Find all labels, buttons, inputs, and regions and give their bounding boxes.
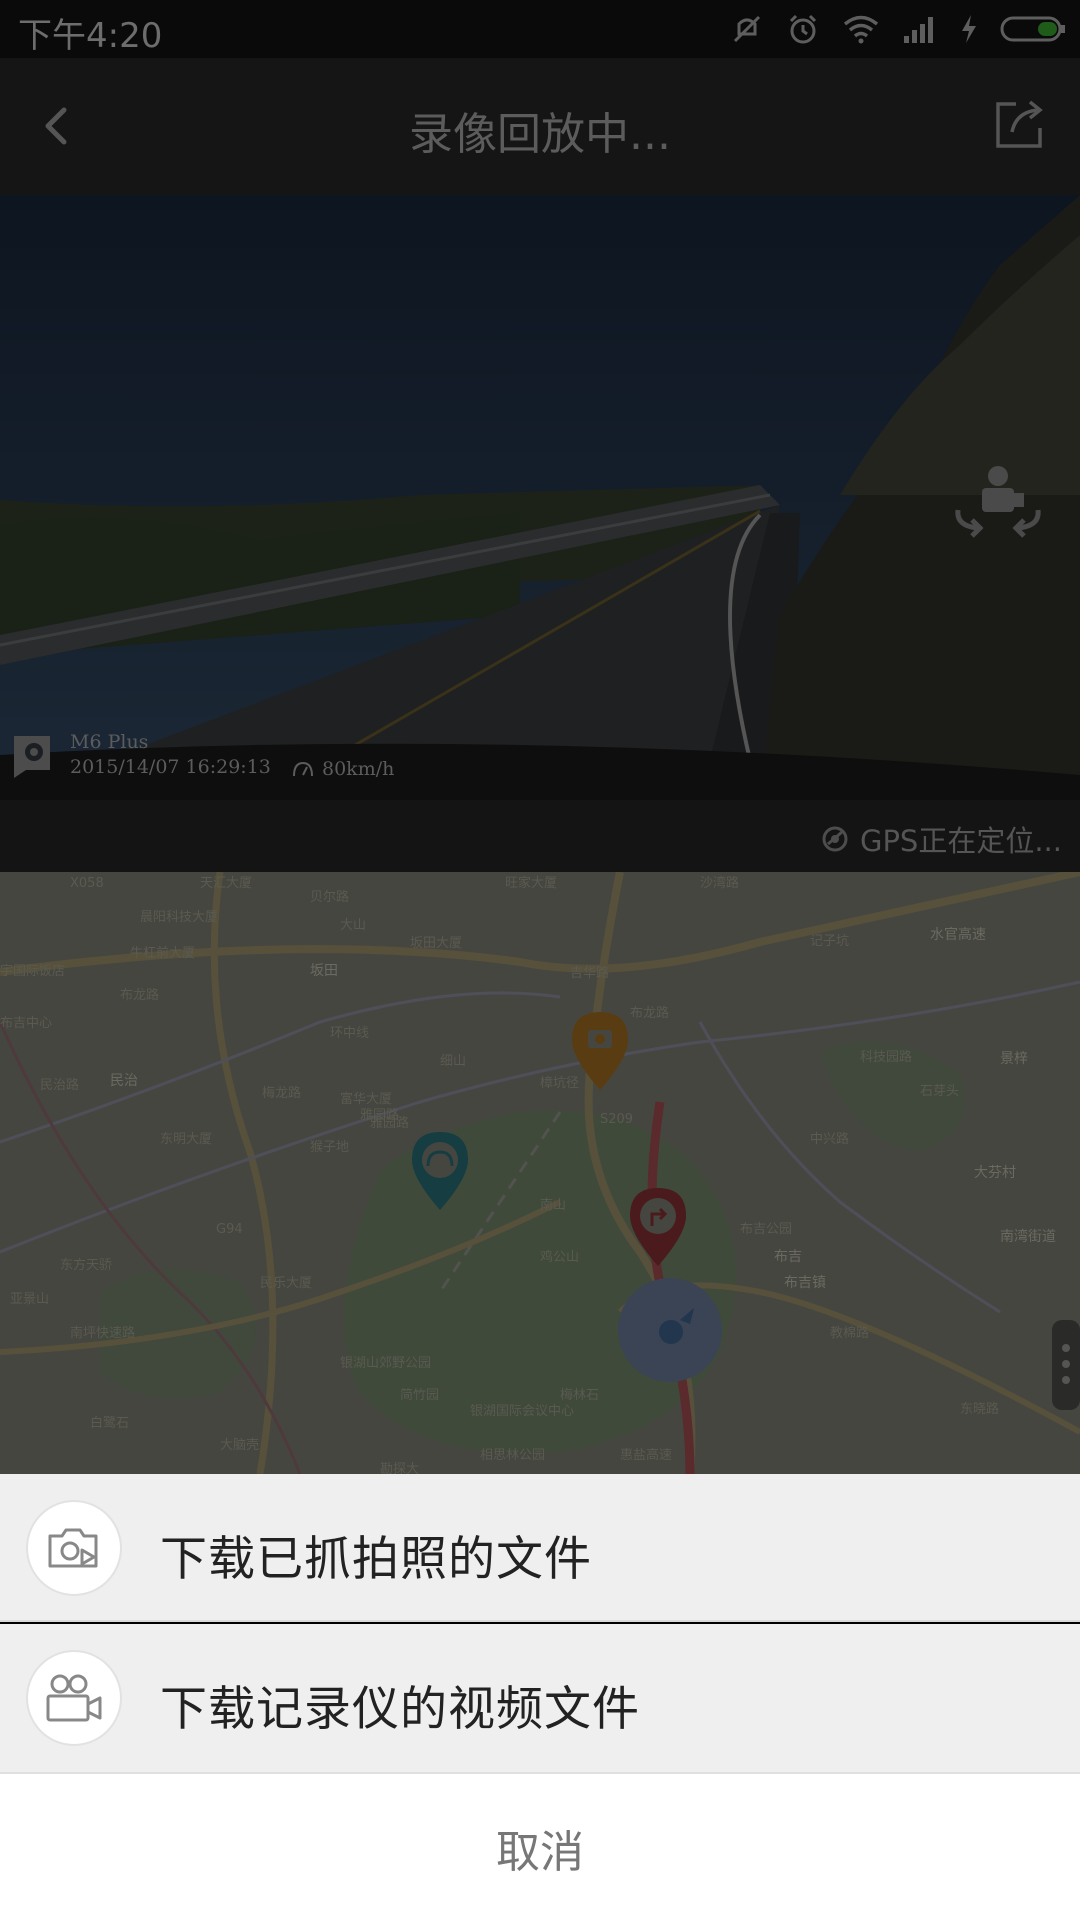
- map-label: 东明大厦: [160, 1132, 213, 1147]
- speed-readout: 80km/h: [292, 758, 394, 780]
- share-icon: [996, 100, 1043, 148]
- map-label: 樟坑径: [540, 1076, 580, 1091]
- video-frame-image: [0, 195, 1080, 800]
- signal-icon: [904, 17, 933, 43]
- map-label: 布吉: [774, 1249, 802, 1265]
- map-label: 银湖山郊野公园: [340, 1356, 432, 1371]
- map-label: G94: [216, 1222, 243, 1237]
- map-label: 布龙路: [120, 988, 160, 1003]
- gps-status: GPS正在定位...: [820, 818, 1062, 860]
- map-label: 水官高速: [930, 927, 986, 943]
- map-label: 勘探大: [380, 1462, 420, 1474]
- device-name: M6 Plus: [70, 731, 149, 753]
- gps-status-text: GPS正在定位...: [859, 824, 1062, 858]
- map-label: 记子坑: [810, 934, 850, 949]
- gps-locating-icon: [822, 826, 848, 852]
- map-label: 教棉路: [830, 1326, 870, 1341]
- map-label: 牛杠前大厦: [130, 946, 196, 961]
- map-label: 梅龙路: [262, 1086, 302, 1101]
- video-camera-icon: [26, 1650, 122, 1746]
- map-label: 布吉公园: [740, 1222, 793, 1237]
- map-label: 布吉镇: [784, 1275, 826, 1291]
- map-label: 亚景山: [10, 1292, 50, 1307]
- map-label: X058: [70, 876, 104, 891]
- camera-play-icon: [26, 1500, 122, 1596]
- charging-icon: [962, 15, 976, 43]
- camera-switch-icon[interactable]: [952, 460, 1044, 540]
- map-label: 布吉中心: [0, 1016, 53, 1031]
- map-label: 坂田: [310, 963, 338, 979]
- map-label: 大山: [340, 918, 367, 933]
- map-canvas: [0, 872, 1080, 1474]
- cancel-button[interactable]: 取消: [0, 1816, 1080, 1880]
- map-label: 猴子地: [310, 1140, 350, 1155]
- share-button[interactable]: [988, 94, 1048, 154]
- status-time: 下午4:20: [18, 16, 163, 56]
- map-label: 南坪快速路: [70, 1326, 136, 1341]
- map-label: 民乐大厦: [260, 1276, 313, 1291]
- video-timestamp: 2015/14/07 16:29:13: [70, 756, 271, 778]
- speed-value: 80km/h: [322, 758, 395, 780]
- map-label: 惠盐高速: [620, 1448, 673, 1463]
- status-icons: [730, 10, 1066, 48]
- map-label: 雅园路: [360, 1108, 400, 1123]
- map-label: 沙湾路: [700, 876, 740, 891]
- download-videos-option[interactable]: 下载记录仪的视频文件: [0, 1624, 1080, 1772]
- speedometer-icon: [293, 761, 313, 777]
- download-photos-option[interactable]: 下载已抓拍照的文件: [0, 1474, 1080, 1622]
- map-label: 旺家大厦: [505, 876, 558, 891]
- map-label: 天汇大厦: [200, 876, 253, 891]
- map-label: 贝尔路: [310, 890, 350, 905]
- gps-bar: GPS正在定位...: [0, 800, 1080, 872]
- video-player[interactable]: M6 Plus 2015/14/07 16:29:13 80km/h: [0, 195, 1080, 800]
- map-label: 民治: [110, 1073, 138, 1089]
- map-label: 南山: [540, 1198, 567, 1213]
- map-label: 银湖国际会议中心: [470, 1404, 575, 1419]
- map-label: 大芬村: [974, 1165, 1016, 1181]
- map-label: 石芽头: [920, 1084, 960, 1099]
- map-label: 科技园路: [860, 1050, 913, 1065]
- wifi-icon: [843, 15, 879, 44]
- map-label: 鸡公山: [540, 1250, 580, 1265]
- map-label: 吉华路: [570, 966, 610, 981]
- map-label: 南湾街道: [1000, 1229, 1056, 1245]
- map-label: 东晓路: [960, 1402, 1000, 1417]
- map-label: 简竹园: [400, 1388, 440, 1403]
- video-osd: M6 Plus 2015/14/07 16:29:13: [10, 730, 271, 786]
- download-photos-label: 下载已抓拍照的文件: [160, 1532, 592, 1587]
- map-label: 布龙路: [630, 1006, 670, 1021]
- route-map[interactable]: 天汇大厦 贝尔路 旺家大厦 晨阳科技大厦 大山 坂田大厦 牛杠前大厦 坂田 宇国…: [0, 872, 1080, 1474]
- title-bar: 录像回放中...: [0, 58, 1080, 195]
- mute-vibrate-icon: [733, 15, 761, 43]
- map-label: 大脑壳: [220, 1438, 260, 1453]
- map-label: 景梓: [1000, 1051, 1028, 1067]
- map-label: S209: [600, 1112, 634, 1127]
- battery-icon: [1000, 16, 1065, 42]
- map-label: 晨阳科技大厦: [140, 910, 219, 925]
- map-label: 白鹭石: [90, 1416, 130, 1431]
- map-label: 中兴路: [810, 1132, 850, 1147]
- download-videos-label: 下载记录仪的视频文件: [160, 1682, 640, 1737]
- map-label: 坂田大厦: [410, 936, 463, 951]
- page-title: 录像回放中...: [409, 109, 671, 160]
- map-label: 相思林公园: [480, 1448, 546, 1463]
- cancel-area[interactable]: 取消: [0, 1772, 1080, 1920]
- action-sheet: 下载已抓拍照的文件 下载记录仪的视频文件 取消: [0, 1474, 1080, 1920]
- device-logo-icon: [14, 736, 50, 778]
- map-label: 宇国际饭店: [0, 964, 66, 979]
- status-bar: 下午4:20: [0, 0, 1080, 58]
- map-label: 民治路: [40, 1078, 80, 1093]
- alarm-icon: [789, 14, 817, 44]
- map-label: 细山: [440, 1054, 467, 1069]
- map-label: 环中线: [330, 1026, 370, 1041]
- map-label: 东方天骄: [60, 1258, 113, 1273]
